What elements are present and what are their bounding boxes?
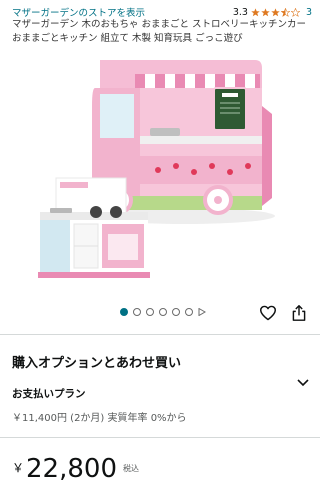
payment-plan-detail: ￥11,400円 (2か月) 実質年率 0%から [12,413,187,424]
store-link[interactable]: マザーガーデンのストアを表示 [12,5,145,19]
gallery-dots[interactable] [120,308,206,316]
divider [0,334,320,335]
gallery-dot[interactable] [172,308,180,316]
price-row: ￥ 22,800 税込 [12,455,139,483]
star-icon [280,7,290,17]
star-icon [290,7,300,17]
tax-label: 税込 [123,464,139,473]
star-icon [261,7,270,16]
star-icon [251,7,260,16]
store-row: マザーガーデンのストアを表示 3.3 3 [12,5,312,20]
purchase-options-heading: 購入オプションとあわせ買い [12,356,182,371]
gallery-dot[interactable] [185,308,193,316]
gallery-dot[interactable] [146,308,154,316]
star-icon [271,7,280,16]
rating[interactable]: 3.3 3 [233,7,312,18]
gallery-dot[interactable] [159,308,167,316]
product-image[interactable] [0,48,320,300]
play-icon[interactable] [198,308,206,316]
rating-stars [251,7,300,17]
share-icon[interactable] [291,304,307,322]
divider [0,437,320,438]
gallery-dot[interactable] [120,308,128,316]
kitchen-truck-illustration [38,60,275,278]
price-amount: 22,800 [26,454,117,484]
gallery-controls [0,305,320,321]
rating-value: 3.3 [232,6,248,18]
payment-plan-title: お支払いプラン [12,388,86,400]
currency-symbol: ￥ [12,461,25,475]
rating-count[interactable]: 3 [306,7,312,18]
heart-icon[interactable] [259,305,277,321]
gallery-dot[interactable] [133,308,141,316]
chevron-down-icon[interactable] [297,378,309,388]
product-title: マザーガーデン 木のおもちゃ おままごと ストロベリーキッチンカー おままごとキ… [12,19,307,44]
payment-plan[interactable]: お支払いプラン ￥11,400円 (2か月) 実質年率 0%から [12,386,312,424]
